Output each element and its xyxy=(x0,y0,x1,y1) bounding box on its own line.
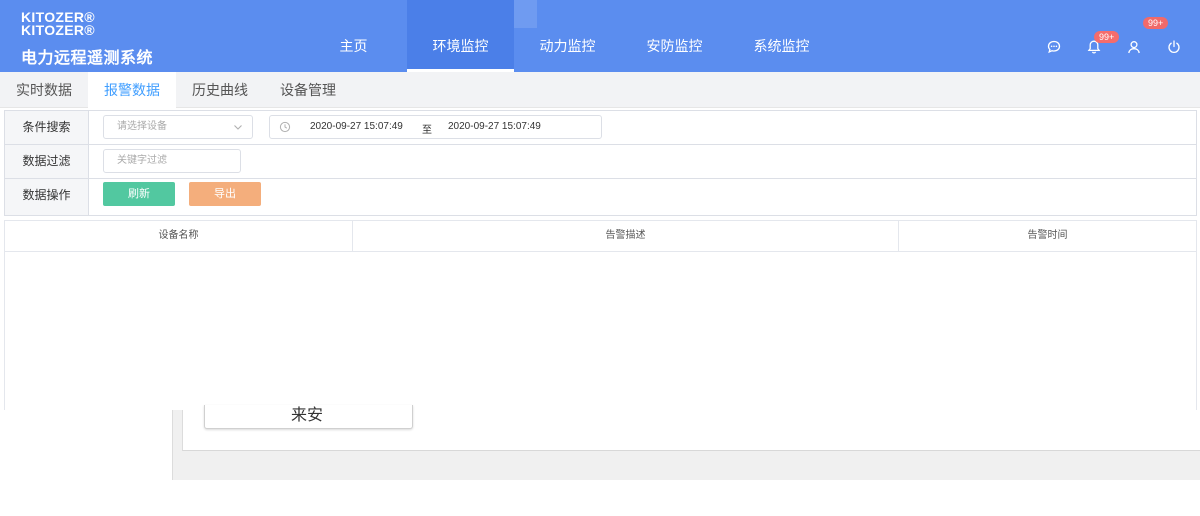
user-icon xyxy=(1128,41,1140,54)
filter-row-keyword: 数据过滤 关键字过滤 xyxy=(5,145,1196,179)
table-header: 设备名称 告警描述 告警时间 xyxy=(5,221,1196,252)
brand-en-line: KITOZER® xyxy=(21,22,95,38)
tab-device-management[interactable]: 设备管理 xyxy=(264,72,352,108)
brand-title: 电力远程遥测系统 xyxy=(21,50,154,67)
nav-home[interactable]: 主页 xyxy=(300,0,407,72)
keyword-input[interactable]: 关键字过滤 xyxy=(103,149,241,173)
chat-button[interactable] xyxy=(1043,36,1065,58)
main-nav: 主页 环境监控 动力监控 安防监控 系统监控 xyxy=(300,0,835,72)
power-icon xyxy=(1168,40,1180,53)
filter-panel: 条件搜索 请选择设备 2020-09-27 15:07:49 至 2020-09… xyxy=(4,110,1197,216)
underlying-button-label: 来安 xyxy=(291,407,324,424)
alarm-table: 设备名称 告警描述 告警时间 xyxy=(4,220,1197,410)
clock-icon xyxy=(279,121,291,136)
brand: KITOZER® KITOZER® 电力远程遥测系统 xyxy=(21,10,154,68)
refresh-button[interactable]: 刷新 xyxy=(103,182,175,206)
top-header: KITOZER® KITOZER® 电力远程遥测系统 主页 环境监控 动力监控 … xyxy=(0,0,1200,72)
nav-environment[interactable]: 环境监控 xyxy=(407,0,514,72)
date-range-picker[interactable]: 2020-09-27 15:07:49 至 2020-09-27 15:07:4… xyxy=(269,115,602,139)
tab-alarm[interactable]: 报警数据 xyxy=(88,72,176,108)
col-alarm-desc: 告警描述 xyxy=(353,221,899,251)
ghost-badge: 99+ xyxy=(1143,17,1169,29)
filter-label: 数据过滤 xyxy=(5,145,89,178)
tab-history[interactable]: 历史曲线 xyxy=(176,72,264,108)
date-start[interactable]: 2020-09-27 15:07:49 xyxy=(310,121,403,132)
tab-realtime[interactable]: 实时数据 xyxy=(0,72,88,108)
nav-power[interactable]: 动力监控 xyxy=(514,0,621,72)
col-device-name: 设备名称 xyxy=(5,221,353,251)
nav-security[interactable]: 安防监控 xyxy=(621,0,728,72)
col-alarm-time: 告警时间 xyxy=(1027,230,1068,241)
filter-row-search: 条件搜索 请选择设备 2020-09-27 15:07:49 至 2020-09… xyxy=(5,111,1196,145)
notification-badge: 99+ xyxy=(1094,31,1120,43)
sub-tabs: 实时数据 报警数据 历史曲线 设备管理 xyxy=(0,72,1200,108)
ops-label: 数据操作 xyxy=(5,179,89,215)
nav-system[interactable]: 系统监控 xyxy=(728,0,835,72)
filter-row-ops: 数据操作 刷新 导出 xyxy=(5,179,1196,215)
user-button[interactable] xyxy=(1123,36,1145,58)
chevron-down-icon xyxy=(232,120,244,142)
logout-button[interactable] xyxy=(1163,36,1185,58)
device-select-placeholder: 请选择设备 xyxy=(117,121,167,132)
chat-icon xyxy=(1047,40,1061,54)
date-separator: 至 xyxy=(422,125,432,136)
device-select[interactable]: 请选择设备 xyxy=(103,115,253,139)
date-end[interactable]: 2020-09-27 15:07:49 xyxy=(448,121,541,132)
search-label: 条件搜索 xyxy=(5,111,89,144)
export-button[interactable]: 导出 xyxy=(189,182,261,206)
underlying-button[interactable]: 来安 xyxy=(204,405,413,429)
